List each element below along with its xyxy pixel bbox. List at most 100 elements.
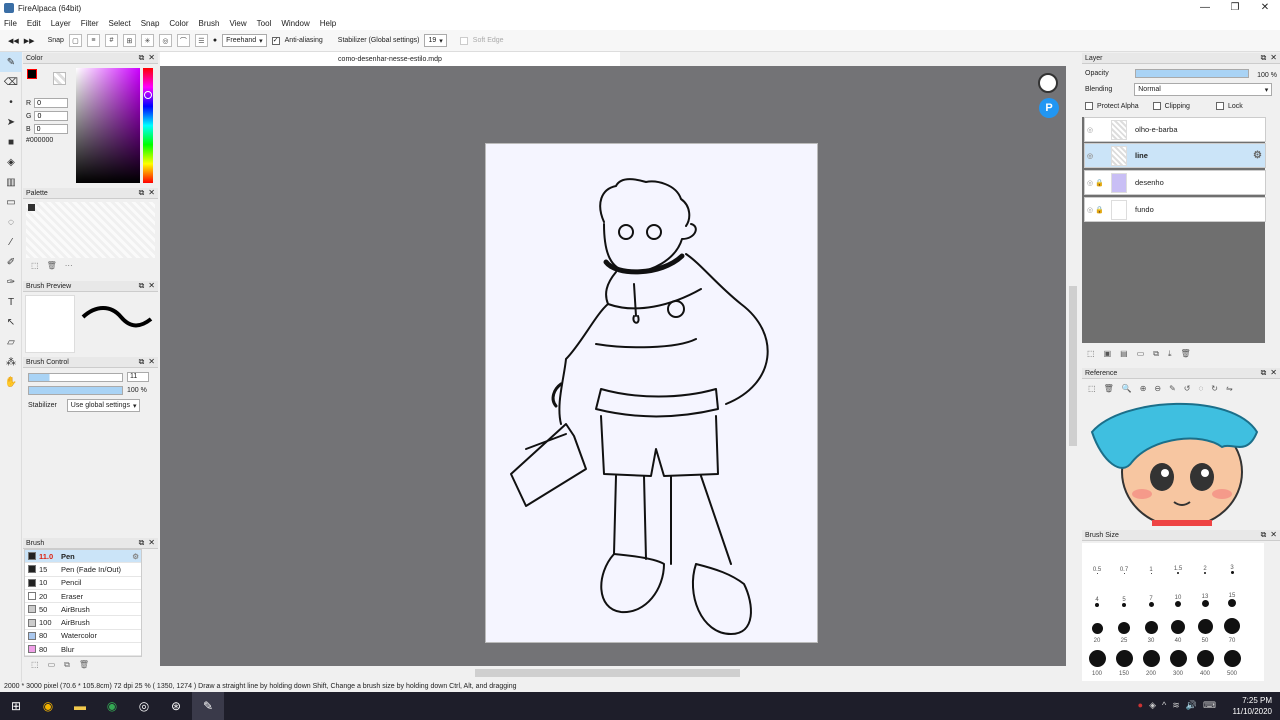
saturation-value-picker[interactable] <box>76 68 140 183</box>
duplicate-layer-icon[interactable]: ⧉ <box>1153 349 1159 359</box>
protect-alpha-checkbox[interactable] <box>1085 102 1093 110</box>
maximize-button[interactable]: ❐ <box>1220 0 1250 16</box>
palette-menu[interactable]: ··· <box>65 261 73 270</box>
delete-icon[interactable]: 🗑 <box>1104 384 1114 393</box>
snap-circle-icon[interactable]: ◎ <box>158 34 172 47</box>
brush-item[interactable]: 100 AirBrush <box>25 616 141 630</box>
tray-app-icon[interactable]: ● <box>1138 700 1143 711</box>
palette-grid[interactable] <box>26 202 155 258</box>
brush-size-option[interactable]: 3 <box>1220 547 1244 578</box>
minimize-button[interactable]: — <box>1190 0 1220 16</box>
soft-edge-checkbox[interactable] <box>459 36 468 45</box>
avatar[interactable] <box>1038 73 1058 93</box>
canvas-hscrollbar[interactable] <box>160 666 1066 680</box>
select-eraser-icon[interactable]: ✑ <box>0 272 22 292</box>
magic-wand-icon[interactable]: ⁄ <box>0 232 22 252</box>
brush-size-option[interactable]: 0.5 <box>1085 547 1109 578</box>
menu-brush[interactable]: Brush <box>199 19 220 28</box>
snap-crisscross-icon[interactable]: # <box>104 34 118 47</box>
zoom-in-icon[interactable]: ⊕ <box>1140 384 1147 393</box>
next-icon[interactable]: ▶▶ <box>24 37 35 45</box>
snap-radial-icon[interactable]: ✳ <box>140 34 154 47</box>
bucket-icon[interactable]: ◈ <box>0 152 22 172</box>
close-icon[interactable]: ✕ <box>148 357 155 367</box>
delete-brush-icon[interactable]: 🗑 <box>79 660 89 670</box>
brush-item[interactable]: 80 Blur <box>25 643 141 657</box>
brush-item[interactable]: 10 Pencil <box>25 576 141 590</box>
eye-icon[interactable]: ◎ <box>1085 206 1095 214</box>
zoom-out-icon[interactable]: ⊖ <box>1154 384 1161 393</box>
brush-size-option[interactable]: 70 <box>1220 613 1244 644</box>
close-icon[interactable]: ✕ <box>148 53 155 63</box>
folder-icon[interactable]: ▭ <box>48 660 56 670</box>
menu-view[interactable]: View <box>229 19 246 28</box>
text-icon[interactable]: T <box>0 292 22 312</box>
pen-icon[interactable]: ✎ <box>0 52 22 72</box>
chrome-icon[interactable]: ◉ <box>96 692 128 720</box>
reset-icon[interactable]: ◌ <box>1199 384 1204 393</box>
lock-icon[interactable]: 🔒 <box>1095 206 1104 214</box>
snap-vanishing-icon[interactable]: ⊞ <box>122 34 136 47</box>
close-icon[interactable]: ✕ <box>148 281 155 291</box>
float-icon[interactable]: ⧉ <box>1261 368 1267 378</box>
delete-swatch-icon[interactable]: 🗑 <box>47 261 57 270</box>
close-icon[interactable]: ✕ <box>1270 530 1277 540</box>
brush-size-option[interactable]: 20 <box>1085 613 1109 644</box>
drawing-canvas[interactable] <box>485 143 818 643</box>
stabilizer-select[interactable]: 19 ▾ <box>424 34 447 47</box>
brush-size-option[interactable]: 40 <box>1166 613 1190 644</box>
float-icon[interactable]: ⧉ <box>139 281 145 291</box>
mode-select[interactable]: Freehand ▾ <box>222 34 267 47</box>
lock-icon[interactable]: 🔒 <box>1095 179 1104 187</box>
layer-row[interactable]: ◎ 🔒 fundo <box>1084 197 1266 222</box>
brush-size-option[interactable]: 1.5 <box>1166 547 1190 578</box>
divide-icon[interactable]: ▱ <box>0 332 22 352</box>
eye-icon[interactable]: ◎ <box>1085 152 1095 160</box>
brush-size-option[interactable]: 13 <box>1193 580 1217 611</box>
prev-icon[interactable]: ◀◀ <box>8 37 19 45</box>
brush-size-option[interactable]: 400 <box>1193 646 1217 677</box>
brush-size-option[interactable]: 30 <box>1139 613 1163 644</box>
brush-size-slider[interactable] <box>28 372 123 382</box>
brush-item[interactable]: 80 Watercolor <box>25 629 141 644</box>
rotate-right-icon[interactable]: ↻ <box>1211 384 1218 393</box>
brush-item[interactable]: 15 Pen (Fade In/Out) <box>25 563 141 577</box>
layer-row[interactable]: ◎ line ⚙ <box>1084 143 1266 168</box>
rotate-left-icon[interactable]: ↺ <box>1184 384 1191 393</box>
menu-window[interactable]: Window <box>281 19 309 28</box>
layer-row[interactable]: ◎ olho-e-barba <box>1084 117 1266 142</box>
firealpaca-icon[interactable]: ✎ <box>192 692 224 720</box>
scrollbar-thumb[interactable] <box>1069 286 1077 446</box>
brush-item[interactable]: 11.0 Pen ⚙ <box>25 550 141 564</box>
transparent-swatch[interactable] <box>53 72 66 85</box>
wifi-icon[interactable]: ≋ <box>1172 700 1180 711</box>
hue-slider[interactable] <box>143 68 153 183</box>
new-8bit-layer-icon[interactable]: ▣ <box>1104 349 1112 359</box>
antialias-checkbox[interactable]: ✓ <box>271 36 280 45</box>
brush-size-option[interactable]: 50 <box>1193 613 1217 644</box>
close-icon[interactable]: ✕ <box>1270 53 1277 63</box>
brush-size-option[interactable]: 200 <box>1139 646 1163 677</box>
open-icon[interactable]: ⬚ <box>1088 384 1096 393</box>
move-icon[interactable]: ➤ <box>0 112 22 132</box>
brush-opacity-slider[interactable] <box>28 386 123 395</box>
menu-tool[interactable]: Tool <box>257 19 272 28</box>
select-icon[interactable]: ▭ <box>0 192 22 212</box>
r-input[interactable] <box>34 98 69 108</box>
canvas-vscrollbar[interactable] <box>1066 66 1080 666</box>
network-icon[interactable]: ◈ <box>1149 700 1156 711</box>
lasso-icon[interactable]: ◌ <box>0 212 22 232</box>
eraser-icon[interactable]: ⌫ <box>0 72 22 92</box>
snap-curve-icon[interactable]: ⌒ <box>176 34 190 47</box>
chevron-up-icon[interactable]: ^ <box>1162 700 1166 711</box>
clipping-checkbox[interactable] <box>1152 102 1161 110</box>
float-icon[interactable]: ⧉ <box>139 188 145 198</box>
flip-icon[interactable]: ⇋ <box>1226 384 1233 393</box>
snap-parallel-icon[interactable]: ≡ <box>86 34 100 47</box>
new-1bit-layer-icon[interactable]: ▤ <box>1120 349 1128 359</box>
select-pen-icon[interactable]: ✐ <box>0 252 22 272</box>
brush-size-option[interactable]: 5 <box>1112 580 1136 611</box>
menu-select[interactable]: Select <box>108 19 130 28</box>
file-explorer-icon[interactable]: ▬ <box>64 692 96 720</box>
brush-item[interactable]: 20 Eraser <box>25 589 141 604</box>
